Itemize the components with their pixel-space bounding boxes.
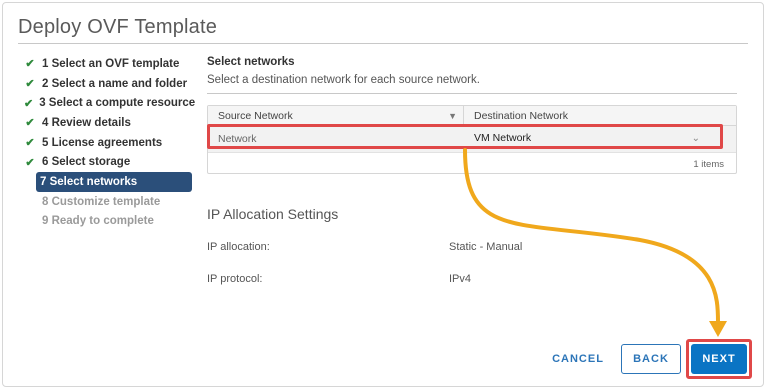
next-highlight-box (686, 339, 752, 379)
annotation-arrow (463, 148, 727, 337)
cancel-button[interactable]: CANCEL (548, 344, 608, 374)
back-button[interactable]: BACK (621, 344, 681, 374)
